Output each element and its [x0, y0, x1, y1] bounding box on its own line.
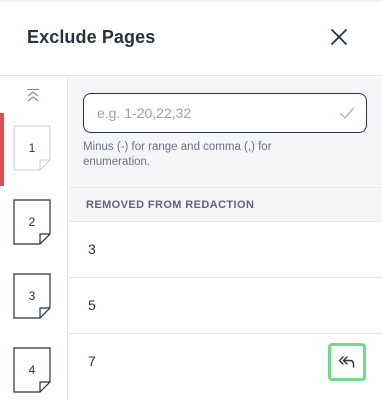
page-range-input[interactable]	[83, 93, 367, 133]
exclusion-panel: Minus (-) for range and comma (,) for en…	[69, 77, 382, 400]
list-item[interactable]: 3	[69, 221, 382, 277]
removed-section-header: REMOVED FROM REDACTION	[69, 187, 382, 221]
section-title: REMOVED FROM REDACTION	[86, 199, 255, 211]
input-hint: Minus (-) for range and comma (,) for en…	[83, 141, 272, 168]
scroll-up-button[interactable]	[24, 88, 42, 104]
page-thumbnail-number: 2	[28, 215, 36, 229]
page-input-area: Minus (-) for range and comma (,) for en…	[69, 77, 382, 187]
close-icon	[331, 29, 347, 45]
excluded-page-number: 3	[88, 241, 96, 257]
restore-page-button[interactable]	[328, 343, 366, 381]
page-thumbnail-number: 3	[28, 289, 36, 303]
page-thumbnail-3[interactable]: 3	[13, 273, 51, 319]
page-thumbnail-number: 4	[28, 363, 36, 377]
double-chevron-up-icon	[27, 88, 39, 102]
dialog-title: Exclude Pages	[27, 27, 156, 47]
excluded-page-number: 7	[88, 353, 96, 369]
check-icon	[339, 107, 355, 119]
page-thumbnail-2[interactable]: 2	[13, 199, 51, 245]
dialog-header: Exclude Pages	[0, 2, 382, 76]
confirm-button[interactable]	[339, 105, 355, 121]
close-button[interactable]	[326, 24, 352, 50]
excluded-page-number: 5	[88, 297, 96, 313]
page-thumbnail-sidebar: 1 2 3 4	[0, 77, 68, 400]
page-thumbnail-number: 1	[28, 141, 36, 155]
page-thumbnail-4[interactable]: 4	[13, 347, 51, 393]
active-page-indicator	[0, 113, 4, 186]
double-reply-icon	[338, 356, 355, 368]
list-item[interactable]: 7	[69, 333, 382, 389]
list-item[interactable]: 5	[69, 277, 382, 333]
page-thumbnail-1[interactable]: 1	[13, 125, 51, 171]
